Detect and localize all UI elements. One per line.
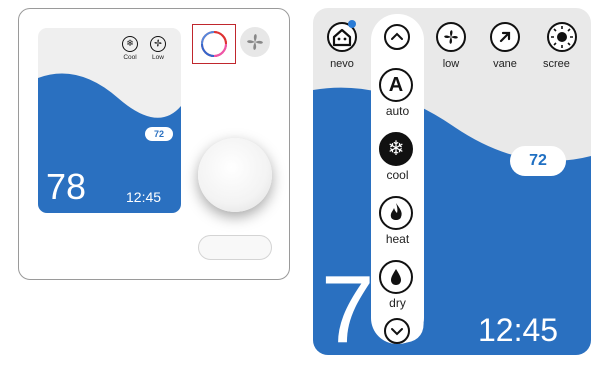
mini-mode-label: Cool <box>123 54 137 61</box>
fan-speed-button[interactable] <box>436 22 466 52</box>
notification-dot <box>348 20 356 28</box>
letter-a-icon: A <box>379 68 413 102</box>
screen-label: scree <box>543 58 570 70</box>
mini-clock: 12:45 <box>126 189 162 205</box>
fan-icon <box>444 30 458 44</box>
mode-label-cool: cool <box>386 168 409 182</box>
fan-speed-label: low <box>442 58 460 70</box>
mini-fan-label: Low <box>152 54 164 61</box>
flame-icon <box>379 196 413 230</box>
vane-button[interactable] <box>490 22 520 52</box>
droplet-icon <box>379 260 413 294</box>
thermostat-screen: ❄ Cool Low 72 78 12:45 <box>38 28 181 213</box>
chevron-up-icon <box>391 32 403 40</box>
mode-label-auto: auto <box>385 104 410 118</box>
mode-label-heat: heat <box>385 232 410 246</box>
vane-arrow-icon <box>499 31 511 43</box>
home-label: nevo <box>330 58 354 70</box>
mini-fan-icon[interactable] <box>150 36 166 52</box>
setpoint-badge[interactable]: 72 <box>510 146 566 176</box>
snowflake-icon: ❄ <box>379 132 413 166</box>
ring-icon <box>201 31 227 57</box>
vane-label: vane <box>493 58 517 70</box>
chevron-down-icon <box>391 328 403 336</box>
zoomed-screen: nevo low vane scree 72 78 12:45 A <box>313 8 591 355</box>
fan-button[interactable] <box>240 27 270 57</box>
sun-icon <box>551 26 573 48</box>
fan-icon <box>247 34 263 50</box>
mini-setpoint-badge[interactable]: 72 <box>145 127 173 141</box>
scroll-down-button[interactable] <box>384 318 410 344</box>
mini-current-temperature: 78 <box>46 166 87 207</box>
mini-snowflake-icon[interactable]: ❄ <box>122 36 138 52</box>
screen-button[interactable] <box>547 22 577 52</box>
mode-menu: A auto ❄ cool heat dry <box>371 14 424 344</box>
mode-label-dry: dry <box>389 296 406 310</box>
scroll-up-button[interactable] <box>384 24 410 50</box>
clock: 12:45 <box>478 312 559 348</box>
rotary-dial[interactable] <box>198 138 272 212</box>
ring-button[interactable] <box>192 24 236 64</box>
physical-button[interactable] <box>198 235 272 260</box>
